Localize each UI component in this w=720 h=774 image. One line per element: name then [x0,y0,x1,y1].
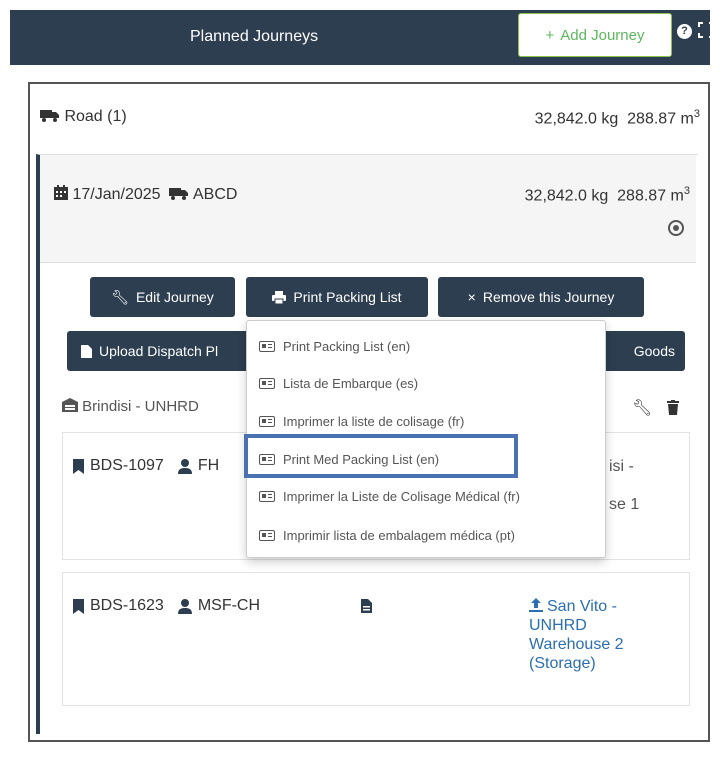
menu-item-imprimir-embalagem-medica-pt[interactable]: Imprimir lista de embalagem médica (pt) [247,517,605,553]
id-card-icon [259,490,275,502]
id-card-icon [259,340,275,352]
truck-icon [40,110,59,122]
destination-line: Warehouse 2 [529,636,624,653]
journey-vehicle: ABCD [192,186,238,203]
user-icon [177,598,192,614]
remove-journey-label: Remove this Journey [482,289,615,305]
menu-item-label: Lista de Embarque (es) [283,375,419,391]
destination-line: San Vito - [547,598,617,615]
journey-weight: 32,842.0 kg [524,187,609,205]
calendar-icon [54,185,68,200]
road-volume: 288.87 m [627,110,694,128]
highlight-frame [244,434,518,478]
fullscreen-icon[interactable] [698,22,714,38]
help-icon[interactable]: ? [677,24,692,39]
road-mode-row[interactable]: Road (1) 32,842.0 kg 288.87 m3 [30,84,708,150]
menu-item-label: Print Packing List (en) [283,338,411,354]
wrench-icon[interactable]: 🔧︎ [632,400,652,417]
bookmark-icon [73,598,84,614]
road-volume-exponent: 3 [693,108,700,120]
print-packing-list-label: Print Packing List [293,289,402,305]
remove-journey-button[interactable]: × Remove this Journey [438,277,644,317]
edit-journey-button[interactable]: 🔧︎ Edit Journey [90,277,235,317]
origin-label: Brindisi - UNHRD [82,398,199,415]
trash-icon[interactable] [666,400,679,415]
consignment-card[interactable]: BDS-1623 MSF-CH San Vito - UNHRD Warehou… [62,572,690,706]
goods-label: Goods [633,343,675,359]
page-title: Planned Journeys [190,28,319,45]
consignment-destination[interactable]: San Vito - UNHRD Warehouse 2 (Storage) [529,597,624,673]
menu-item-label: Imprimir lista de embalagem médica (pt) [283,527,515,543]
menu-item-label: Imprimer la Liste de Colisage Médical (f… [283,488,520,504]
add-journey-label: Add Journey [560,26,645,44]
journey-date: 17/Jan/2025 [72,186,161,203]
consignment-ref: BDS-1623 [90,597,164,614]
road-weight: 32,842.0 kg [534,110,619,128]
menu-item-label: Imprimer la liste de colisage (fr) [283,413,465,429]
plus-icon: + [545,26,555,44]
upload-dispatch-button[interactable]: Upload Dispatch Pl [67,331,271,371]
user-icon [177,458,192,474]
bookmark-icon [73,458,84,474]
journey-volume-exponent: 3 [683,185,690,197]
file-icon [81,344,92,358]
document-icon[interactable] [361,599,372,613]
origin-row: Brindisi - UNHRD [62,398,199,415]
menu-item-lista-de-embarque-es[interactable]: Lista de Embarque (es) [247,365,605,401]
settings-icon[interactable] [668,220,684,236]
close-icon: × [467,289,476,305]
print-packing-list-button[interactable]: Print Packing List [246,277,428,317]
upload-dispatch-label: Upload Dispatch Pl [99,343,219,359]
menu-item-imprimer-colisage-medical-fr[interactable]: Imprimer la Liste de Colisage Médical (f… [247,478,605,514]
consignment-ref: BDS-1097 [90,457,164,474]
id-card-icon [259,377,275,389]
edit-journey-label: Edit Journey [135,289,214,305]
upload-icon [529,598,543,612]
add-journey-button[interactable]: + Add Journey [518,13,672,57]
id-card-icon [259,529,275,541]
destination-line: (Storage) [529,655,596,672]
destination-line: se 1 [609,496,640,513]
road-label: Road (1) [64,108,127,125]
id-card-icon [259,415,275,427]
consignment-org: MSF-CH [197,597,261,614]
origin-tools: 🔧︎ [632,398,679,418]
printer-icon [272,290,287,304]
header-bar: Planned Journeys + Add Journey ? [10,10,714,65]
journey-volume: 288.87 m [617,187,684,205]
destination-line: isi - [609,458,634,475]
truck-icon [169,188,189,200]
destination-line: UNHRD [529,617,587,634]
journey-header: 17/Jan/2025 ABCD 32,842.0 kg 288.87 m3 [40,155,696,263]
warehouse-icon [62,398,78,412]
consignment-org: FH [197,457,220,474]
menu-item-print-packing-list-en[interactable]: Print Packing List (en) [247,328,605,364]
consignment-destination[interactable]: isi - se 1 [609,457,639,514]
destination-line [609,476,639,495]
wrench-icon: 🔧︎ [111,288,129,305]
